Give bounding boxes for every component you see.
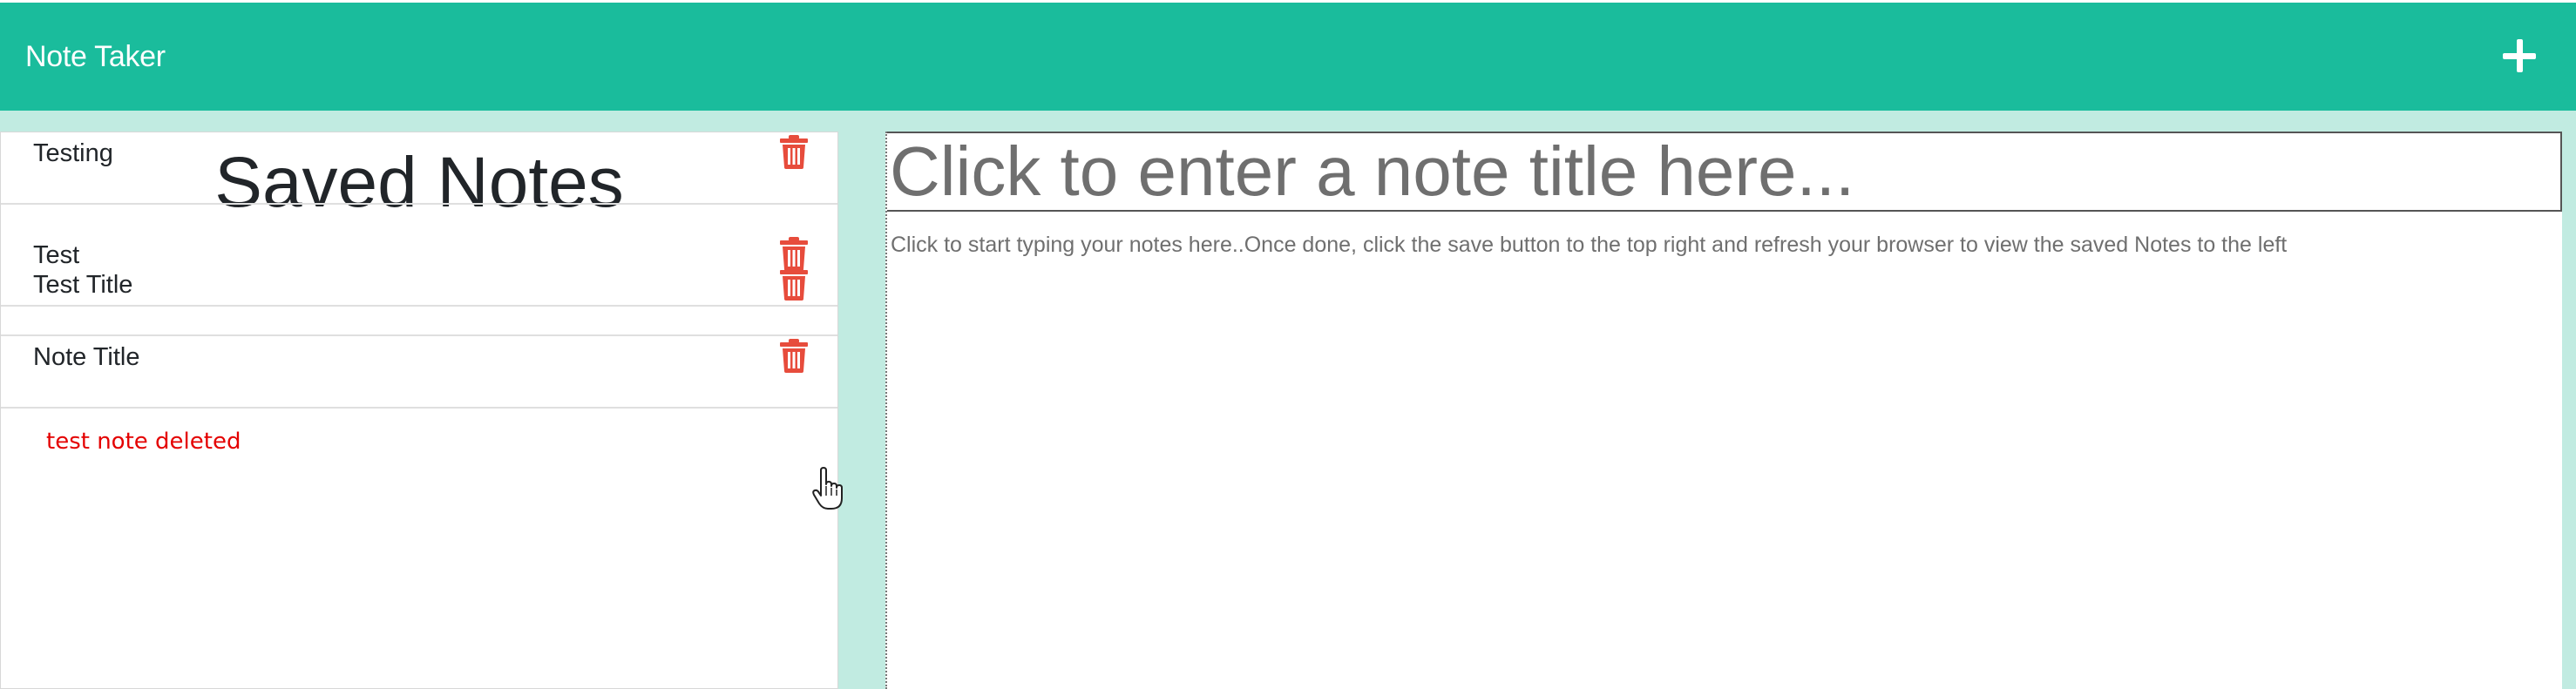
trash-icon[interactable] <box>778 236 810 271</box>
note-title-input[interactable] <box>887 132 2562 212</box>
app-title[interactable]: Note Taker <box>25 39 166 74</box>
saved-notes-panel: Saved Notes Test Title Testing Test Note… <box>0 132 838 689</box>
note-item[interactable]: Testing <box>1 132 837 205</box>
note-title[interactable]: Test <box>33 240 79 270</box>
status-message: test note deleted <box>46 429 241 455</box>
note-item[interactable]: Note Title <box>1 307 837 409</box>
note-editor <box>885 132 2562 689</box>
note-text-input[interactable] <box>887 212 2562 687</box>
trash-icon[interactable] <box>778 338 810 373</box>
note-list: Test Title Testing Test Note Title <box>1 135 837 409</box>
new-note-button[interactable] <box>2498 34 2541 78</box>
navbar: Note Taker <box>0 0 2576 111</box>
note-title[interactable]: Testing <box>33 138 113 168</box>
trash-icon[interactable] <box>778 134 810 169</box>
hand-pointer-icon <box>812 467 843 510</box>
note-item[interactable]: Test <box>1 205 837 307</box>
note-title[interactable]: Note Title <box>33 342 140 372</box>
